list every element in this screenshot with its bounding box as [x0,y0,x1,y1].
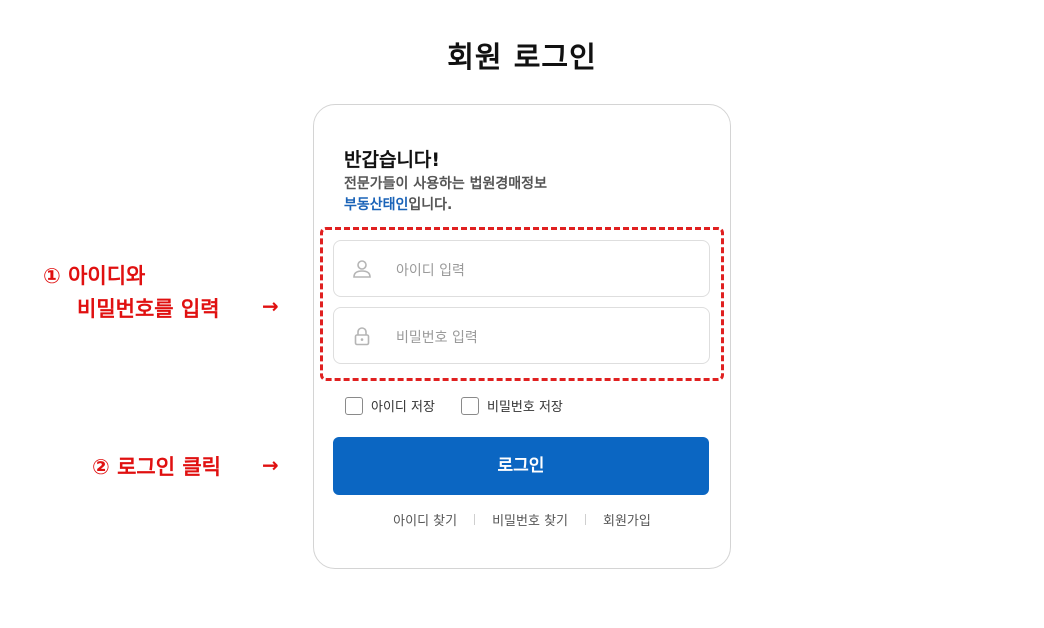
save-id-checkbox-box[interactable] [345,396,363,415]
lock-icon [354,327,370,346]
welcome-title: 반갑습니다! [344,149,441,171]
link-divider [474,514,476,525]
step1-annotation-line1: ① 아이디와 [43,264,146,288]
step2-arrow-icon: → [262,453,279,477]
account-links: 아이디 찾기 비밀번호 찾기 회원가입 [313,510,731,529]
save-password-checkbox[interactable]: 비밀번호 저장 [461,396,563,415]
welcome-suffix: 입니다. [408,197,453,213]
save-password-checkbox-box[interactable] [461,396,479,415]
user-icon [353,260,371,278]
welcome-brand-line: 부동산태인입니다. [344,194,452,214]
brand-name: 부동산태인 [344,197,409,213]
find-password-link[interactable]: 비밀번호 찾기 [492,510,568,529]
step1-annotation-line2: 비밀번호를 입력 [77,297,220,321]
login-button[interactable]: 로그인 [333,437,709,495]
step1-arrow-icon: → [262,294,279,318]
signup-link[interactable]: 회원가입 [603,510,651,529]
find-id-link[interactable]: 아이디 찾기 [393,510,457,529]
save-password-label: 비밀번호 저장 [487,400,563,415]
password-placeholder: 비밀번호 입력 [396,330,478,346]
login-page: 회원 로그인 반갑습니다! 전문가들이 사용하는 법원경매정보 부동산태인입니다… [0,0,1044,628]
welcome-text: 전문가들이 사용하는 법원경매정보 [344,176,547,192]
save-id-label: 아이디 저장 [371,400,435,415]
save-id-checkbox[interactable]: 아이디 저장 [345,396,435,415]
id-placeholder: 아이디 입력 [396,263,465,279]
id-field[interactable]: 아이디 입력 [333,240,710,297]
page-title: 회원 로그인 [447,40,597,74]
password-field[interactable]: 비밀번호 입력 [333,307,710,364]
step2-annotation: ② 로그인 클릭 [92,455,222,479]
link-divider [585,514,586,525]
